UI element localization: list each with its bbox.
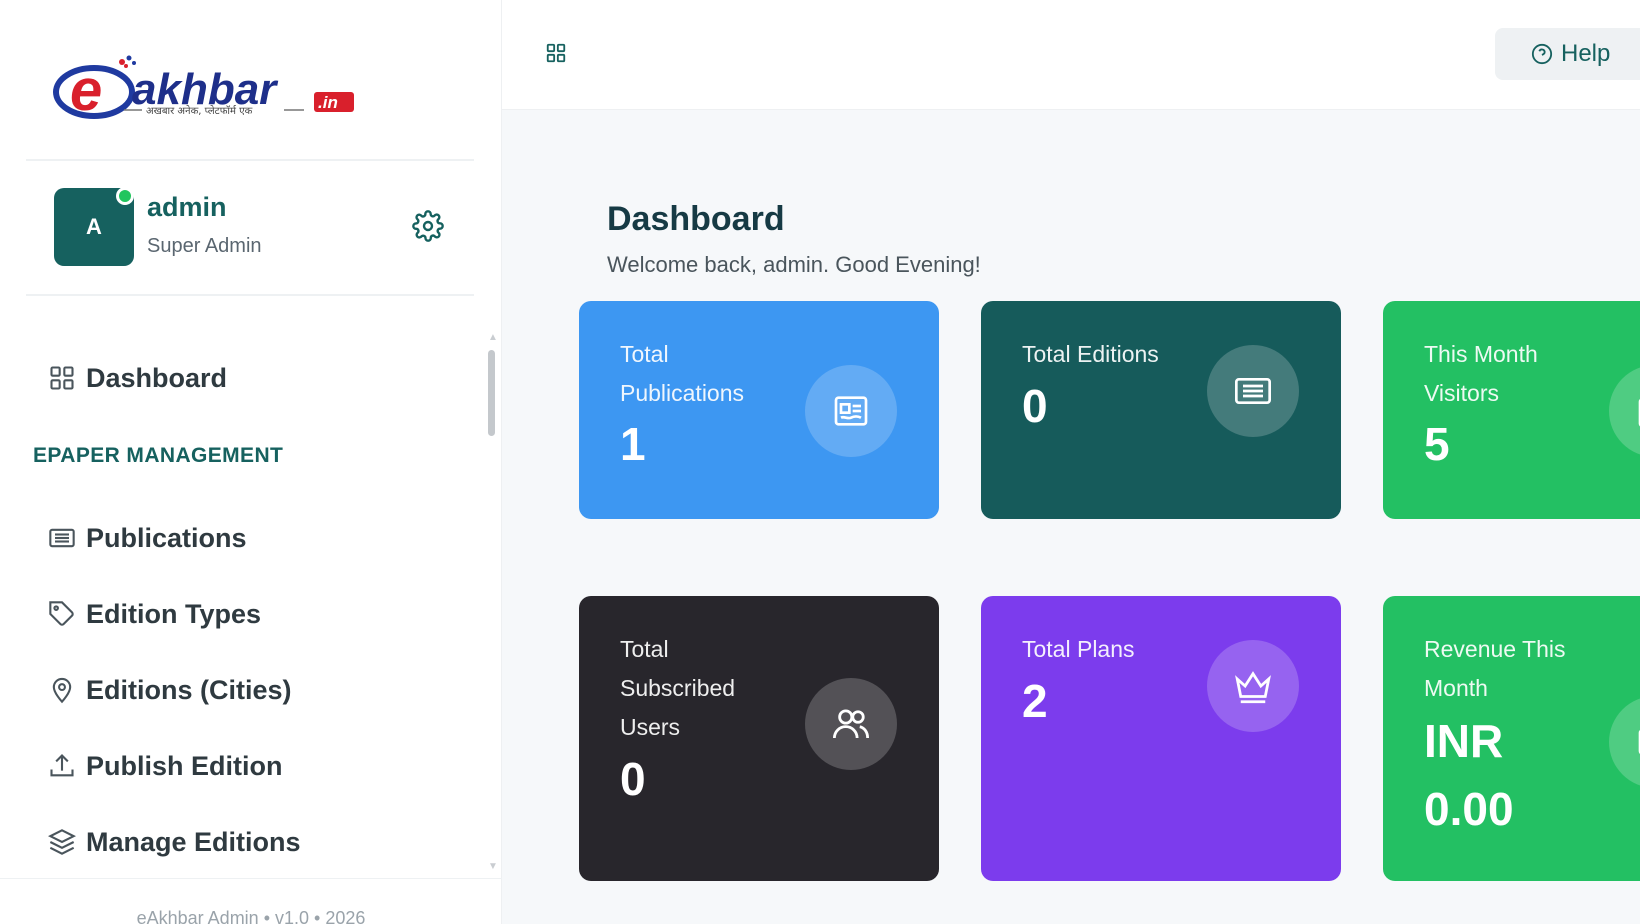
map-pin-icon [48,676,76,704]
card-label-line: Total Editions [1022,341,1159,367]
scroll-down-arrow-icon[interactable]: ▼ [488,861,498,872]
help-circle-icon [1531,43,1553,65]
card-label-line: Month [1424,675,1488,701]
nav-publications-label: Publications [86,522,247,553]
sidebar: e akhbar .in अखबार अनेक, प्लेटफॉर्म एक A… [0,0,502,924]
brand-logo[interactable]: e akhbar .in अखबार अनेक, प्लेटफॉर्म एक [52,52,372,130]
card-label: Revenue This Month [1424,630,1566,708]
top-bar [502,0,1640,110]
logo-graphic: e akhbar .in अखबार अनेक, प्लेटफॉर्म एक [53,55,354,123]
card-label-line: Revenue This [1424,636,1566,662]
card-label-line: Visitors [1424,380,1499,406]
svg-text:.in: .in [318,93,338,112]
upload-icon [48,752,76,780]
nav-manage-editions-label: Manage Editions [86,826,301,857]
card-value: 0 [620,753,646,805]
svg-text:अखबार अनेक, प्लेटफॉर्म एक: अखबार अनेक, प्लेटफॉर्म एक [146,105,253,117]
nav-publications[interactable]: Publications [48,518,247,558]
nav-dashboard[interactable]: Dashboard [48,358,227,398]
card-label-line: Total [620,636,669,662]
nav-edition-types-label: Edition Types [86,598,262,629]
card-label: Total Subscribed Users [620,630,735,747]
stat-card-total-editions[interactable]: Total Editions 0 [981,301,1341,519]
footer-divider [0,878,502,879]
page-subtitle: Welcome back, admin. Good Evening! [607,252,981,277]
card-label-line: Users [620,714,681,740]
card-value-amount: 0.00 [1424,783,1514,835]
card-value: 0 [1022,380,1048,432]
profile-role: Super Admin [147,235,262,257]
card-value-currency: INR [1424,715,1504,767]
card-label-line: Subscribed [620,675,736,701]
sidebar-footer: eAkhbar Admin • v1.0 • 2026 [136,908,366,924]
help-button[interactable]: Help [1495,28,1640,80]
stat-card-subscribed-users[interactable]: Total Subscribed Users 0 [579,596,939,881]
newspaper-icon [805,365,897,457]
users-icon [805,678,897,770]
nav-editions-cities[interactable]: Editions (Cities) [48,670,292,710]
section-label-epaper: EPAPER MANAGEMENT [33,444,284,467]
help-button-label: Help [1561,40,1611,67]
nav-publish-edition-label: Publish Edition [86,750,283,781]
menu-grid-icon[interactable] [545,42,567,64]
nav-manage-editions[interactable]: Manage Editions [48,822,301,862]
card-label-line: Publications [620,380,745,406]
tag-icon [48,600,76,628]
stat-card-total-plans[interactable]: Total Plans 2 [981,596,1341,881]
sidebar-divider [26,294,474,296]
scroll-up-arrow-icon[interactable]: ▲ [488,332,498,343]
svg-text:e: e [70,58,102,123]
sidebar-divider [26,159,474,161]
stat-card-monthly-revenue[interactable]: Revenue This Month INR 0.00 [1383,596,1640,881]
card-label: Total Publications [620,335,744,413]
layers-icon [48,828,76,856]
card-value: 5 [1424,418,1450,470]
card-label-line: Total [620,341,669,367]
stat-card-month-visitors[interactable]: This Month Visitors 5 [1383,301,1640,519]
calendar-icon [1609,365,1640,457]
card-label-line: Total Plans [1022,636,1135,662]
grid-icon [48,364,76,392]
card-label: Total Editions [1022,335,1159,374]
sidebar-scrollbar[interactable]: ▲ ▼ [488,332,498,872]
avatar-letter: A [86,214,102,239]
profile-name: admin [147,192,227,222]
online-status-dot [116,187,134,205]
card-label: This Month Visitors [1424,335,1538,413]
gear-icon[interactable] [412,210,444,242]
wallet-icon [1609,696,1640,788]
nav-editions-cities-label: Editions (Cities) [86,674,292,705]
list-icon [1207,345,1299,437]
nav-dashboard-label: Dashboard [86,362,228,393]
stat-card-total-publications[interactable]: Total Publications 1 [579,301,939,519]
crown-icon [1207,640,1299,732]
newspaper-icon [48,524,76,552]
user-profile: A admin Super Admin [54,187,464,268]
nav-edition-types[interactable]: Edition Types [48,594,261,634]
nav-publish-edition[interactable]: Publish Edition [48,746,283,786]
card-value: 1 [620,418,646,470]
page-title: Dashboard [607,200,785,238]
scrollbar-thumb[interactable] [488,350,495,436]
card-value: 2 [1022,675,1048,727]
card-label-line: This Month [1424,341,1538,367]
card-label: Total Plans [1022,630,1135,669]
